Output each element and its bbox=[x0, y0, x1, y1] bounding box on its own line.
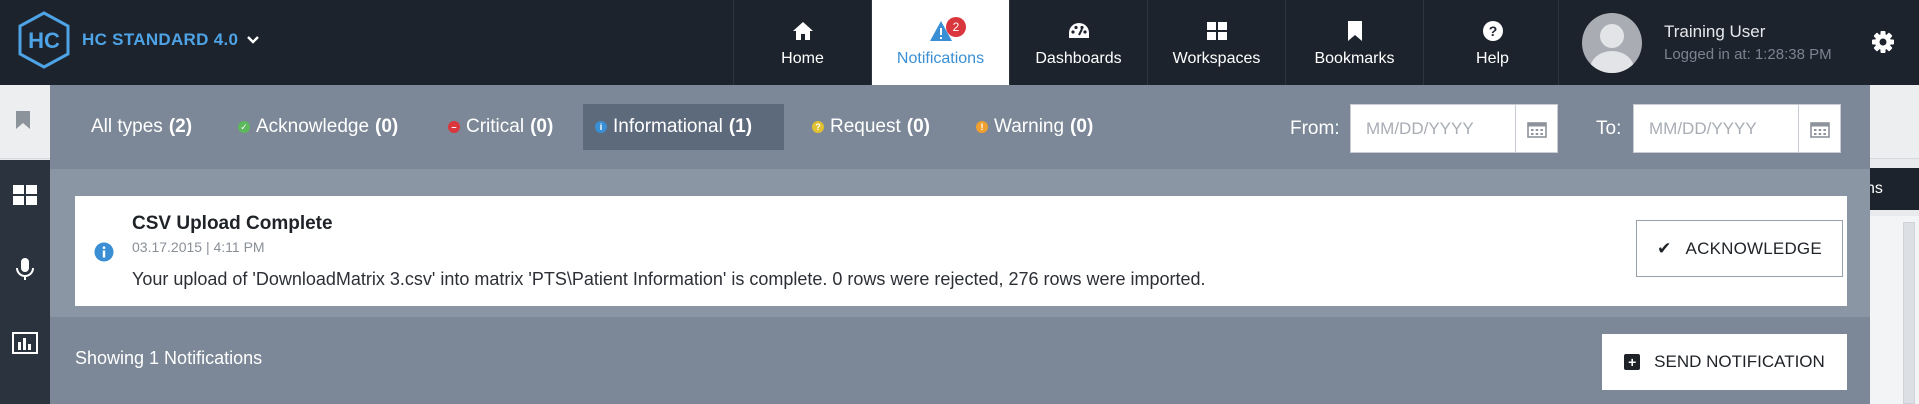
logo-text: HC bbox=[28, 28, 60, 53]
notification-type-filters: All types (2) ✓ Acknowledge (0) – Critic… bbox=[50, 85, 1870, 169]
login-time: Logged in at: 1:28:38 PM bbox=[1664, 46, 1832, 63]
send-notification-button[interactable]: + SEND NOTIFICATION bbox=[1602, 334, 1847, 390]
filter-critical[interactable]: – Critical (0) bbox=[436, 104, 565, 150]
nav-label: Bookmarks bbox=[1314, 49, 1395, 67]
nav-help[interactable]: ? Help bbox=[1423, 0, 1561, 85]
avatar bbox=[1582, 12, 1642, 73]
nav-home[interactable]: Home bbox=[733, 0, 871, 85]
filter-label: Warning bbox=[994, 116, 1065, 137]
chevron-down-icon[interactable] bbox=[246, 32, 260, 48]
filter-count: (1) bbox=[728, 116, 753, 137]
calendar-icon[interactable] bbox=[1515, 105, 1557, 152]
nav-label: Home bbox=[781, 49, 824, 67]
filter-all-types[interactable]: All types (2) bbox=[79, 104, 204, 150]
filter-label: Request bbox=[830, 116, 901, 137]
filter-label: All types bbox=[91, 116, 163, 137]
plus-square-icon: + bbox=[1624, 354, 1641, 370]
info-circle-icon: i bbox=[595, 121, 607, 133]
filter-informational[interactable]: i Informational (1) bbox=[583, 104, 784, 150]
app-brand-name: HC STANDARD 4.0 bbox=[82, 30, 239, 49]
notifications-panel: All types (2) ✓ Acknowledge (0) – Critic… bbox=[50, 85, 1870, 404]
bar-chart-icon[interactable] bbox=[12, 332, 38, 358]
gear-icon[interactable] bbox=[1868, 27, 1898, 57]
nav-label: Workspaces bbox=[1172, 49, 1261, 67]
from-date-input[interactable] bbox=[1351, 105, 1515, 152]
from-label: From: bbox=[1290, 118, 1340, 139]
main-nav: Home 2 Notifications Dashboards Workspac… bbox=[733, 0, 1561, 93]
notification-card: CSV Upload Complete 03.17.2015 | 4:11 PM… bbox=[75, 196, 1847, 306]
scrollbar[interactable] bbox=[1903, 222, 1915, 404]
filter-label: Acknowledge bbox=[256, 116, 370, 137]
grid-icon[interactable] bbox=[12, 184, 38, 210]
acknowledge-button[interactable]: ✔ ACKNOWLEDGE bbox=[1636, 220, 1843, 277]
from-date-field bbox=[1350, 104, 1558, 153]
notification-title: CSV Upload Complete bbox=[132, 213, 333, 234]
question-icon: ? bbox=[1482, 18, 1504, 44]
minus-circle-icon: – bbox=[448, 121, 460, 133]
notification-message: Your upload of 'DownloadMatrix 3.csv' in… bbox=[132, 269, 1206, 289]
nav-notifications[interactable]: 2 Notifications bbox=[871, 0, 1009, 93]
notifications-footer: Showing 1 Notifications + SEND NOTIFICAT… bbox=[50, 317, 1870, 404]
app-logo: HC bbox=[16, 10, 72, 70]
app-switcher[interactable]: HC HC STANDARD 4.0 bbox=[16, 10, 260, 70]
info-circle-icon bbox=[94, 242, 114, 262]
user-name: Training User bbox=[1664, 22, 1766, 41]
user-menu[interactable]: Training User Logged in at: 1:28:38 PM bbox=[1558, 0, 1832, 85]
notification-count-badge: 2 bbox=[946, 17, 966, 37]
check-icon: ✔ bbox=[1657, 238, 1672, 258]
nav-dashboards[interactable]: Dashboards bbox=[1009, 0, 1147, 85]
filter-request[interactable]: ? Request (0) bbox=[800, 104, 942, 150]
filter-count: (0) bbox=[530, 116, 554, 137]
filter-acknowledge[interactable]: ✓ Acknowledge (0) bbox=[226, 104, 410, 150]
send-notification-label: SEND NOTIFICATION bbox=[1654, 352, 1825, 371]
gauge-icon bbox=[1067, 18, 1091, 44]
showing-count: Showing 1 Notifications bbox=[75, 348, 263, 368]
filter-count: (0) bbox=[1070, 116, 1094, 137]
nav-label: Dashboards bbox=[1035, 49, 1122, 67]
svg-text:?: ? bbox=[1488, 23, 1497, 39]
nav-label: Notifications bbox=[896, 49, 985, 67]
filter-label: Informational bbox=[613, 116, 723, 137]
bookmark-icon[interactable] bbox=[15, 110, 31, 130]
acknowledge-label: ACKNOWLEDGE bbox=[1685, 238, 1822, 258]
calendar-icon[interactable] bbox=[1798, 105, 1840, 152]
question-circle-icon: ? bbox=[812, 121, 824, 133]
to-date-field bbox=[1633, 104, 1841, 153]
filter-count: (2) bbox=[168, 116, 193, 137]
filter-warning[interactable]: ! Warning (0) bbox=[964, 104, 1105, 150]
filter-label: Critical bbox=[466, 116, 525, 137]
nav-bookmarks[interactable]: Bookmarks bbox=[1285, 0, 1423, 85]
filter-count: (0) bbox=[375, 116, 399, 137]
nav-label: Help bbox=[1476, 49, 1509, 67]
to-date-input[interactable] bbox=[1634, 105, 1798, 152]
grid-icon bbox=[1206, 18, 1228, 44]
nav-workspaces[interactable]: Workspaces bbox=[1147, 0, 1285, 85]
top-navigation-bar: HC HC STANDARD 4.0 Home 2 Notifications … bbox=[0, 0, 1919, 93]
filter-count: (0) bbox=[906, 116, 931, 137]
bookmark-icon bbox=[1347, 18, 1363, 44]
check-circle-icon: ✓ bbox=[238, 121, 250, 133]
home-icon bbox=[792, 18, 814, 44]
to-label: To: bbox=[1596, 118, 1622, 139]
left-sidebar bbox=[0, 160, 50, 404]
notification-timestamp: 03.17.2015 | 4:11 PM bbox=[132, 239, 265, 255]
microphone-icon[interactable] bbox=[12, 256, 38, 282]
exclamation-circle-icon: ! bbox=[976, 121, 988, 133]
